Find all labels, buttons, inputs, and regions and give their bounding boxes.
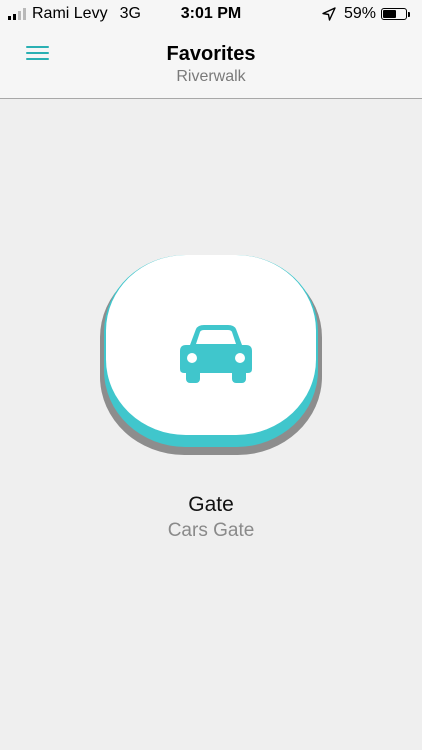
battery-cap [408, 11, 410, 17]
favorite-tile-gate[interactable] [100, 255, 322, 455]
location-arrow-icon [322, 7, 336, 21]
car-icon [180, 325, 252, 383]
battery-level [383, 10, 396, 18]
battery-icon [381, 8, 407, 20]
nav-bar: Favorites Riverwalk [0, 30, 422, 99]
favorite-label: Gate [188, 493, 234, 516]
favorite-sublabel: Cars Gate [167, 520, 255, 541]
status-right: 59% [322, 5, 410, 23]
tile-face [106, 255, 316, 435]
status-bar: Rami Levy 3G 3:01 PM 59% [0, 0, 422, 30]
battery-percent: 59% [343, 5, 376, 22]
page-title: Favorites [166, 43, 256, 65]
page-subtitle: Riverwalk [176, 68, 246, 85]
